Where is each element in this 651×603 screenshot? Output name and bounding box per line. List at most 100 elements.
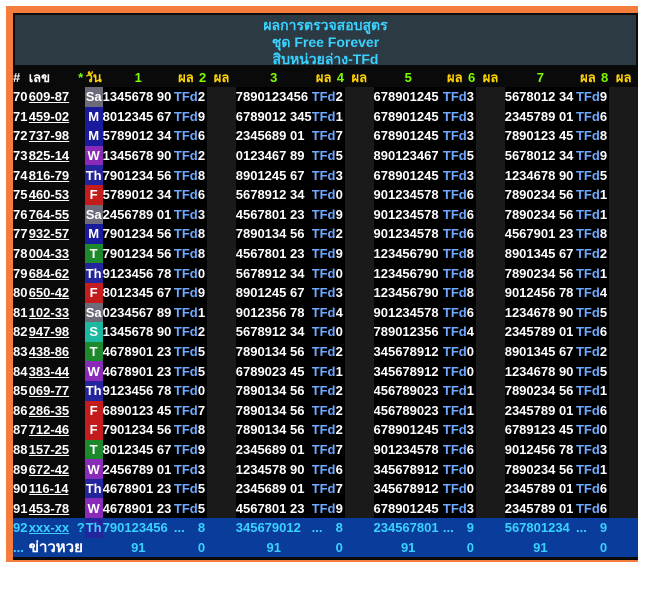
result-digit: 3 bbox=[599, 439, 610, 460]
result-digit: 1 bbox=[197, 302, 208, 323]
header-res-8: ผล bbox=[615, 70, 632, 85]
digit-set: 2345789 01 bbox=[504, 106, 576, 127]
lottery-number-link[interactable]: 116-14 bbox=[29, 479, 77, 499]
star-cell bbox=[77, 420, 85, 440]
lottery-number-link[interactable]: 453-78 bbox=[29, 498, 77, 518]
spacer-cell bbox=[609, 537, 638, 558]
result-digit: 9 bbox=[197, 439, 208, 460]
result-digit: 2 bbox=[335, 380, 346, 401]
lottery-number-link[interactable]: 459-02 bbox=[29, 107, 77, 127]
result-digit: 6 bbox=[599, 322, 610, 342]
star-cell bbox=[77, 342, 85, 362]
lottery-number-link[interactable]: 672-42 bbox=[29, 459, 77, 479]
lottery-number-link[interactable]: 684-62 bbox=[29, 263, 77, 283]
predicted-digit: 9 bbox=[599, 518, 610, 538]
lottery-number-link[interactable]: 004-33 bbox=[29, 244, 77, 264]
digit-set: 5789012 34 bbox=[102, 184, 174, 205]
digit-set: 2345789 01 bbox=[504, 498, 576, 519]
digit-set: 901234578 bbox=[373, 439, 443, 460]
lottery-number-link[interactable]: 102-33 bbox=[29, 303, 77, 323]
result-code: TFd bbox=[575, 459, 600, 479]
result-digit: 4 bbox=[466, 322, 477, 342]
table-row: 70 609-87 Sa 1345678 90 TFd 2 7890123456 TFd 2 67… bbox=[13, 87, 638, 107]
result-digit: 5 bbox=[599, 302, 610, 323]
header-res-6: ผล bbox=[482, 70, 499, 85]
lottery-number-link[interactable]: 383-44 bbox=[29, 361, 77, 381]
result-digit: 0 bbox=[335, 322, 346, 342]
result-code: TFd bbox=[442, 165, 467, 185]
result-code: TFd bbox=[575, 165, 600, 185]
lottery-number-link[interactable]: 438-86 bbox=[29, 342, 77, 362]
spacer-cell bbox=[345, 243, 374, 264]
result-code: TFd bbox=[575, 361, 600, 381]
spacer-cell bbox=[207, 439, 236, 460]
lottery-number-link[interactable]: 825-14 bbox=[29, 146, 77, 166]
lottery-number-link[interactable]: 816-79 bbox=[29, 165, 77, 185]
lottery-number-link[interactable]: 157-25 bbox=[29, 440, 77, 460]
result-code: TFd bbox=[575, 420, 600, 440]
lottery-number-link[interactable]: 609-87 bbox=[29, 87, 77, 107]
result-code: TFd bbox=[311, 439, 336, 460]
result-digit: 6 bbox=[466, 302, 477, 323]
row-number: 85 bbox=[13, 383, 28, 399]
spacer-cell bbox=[345, 165, 374, 185]
digit-set: 789012356 bbox=[373, 322, 443, 342]
spacer-cell bbox=[476, 204, 505, 225]
result-code: TFd bbox=[311, 302, 336, 323]
digit-set: 123456790 bbox=[373, 263, 443, 283]
lottery-number-link[interactable]: 460-53 bbox=[29, 185, 77, 205]
lottery-number-link[interactable]: 947-98 bbox=[29, 322, 77, 342]
result-digit: 7 bbox=[197, 400, 208, 421]
result-digit: 2 bbox=[335, 87, 346, 107]
result-digit: 5 bbox=[197, 361, 208, 381]
digit-set: 8012345 67 bbox=[102, 106, 174, 127]
digit-set: 7901234 56 bbox=[102, 224, 174, 244]
result-digit: 0 bbox=[466, 361, 477, 381]
result-code: TFd bbox=[442, 263, 467, 283]
spacer-cell bbox=[476, 224, 505, 244]
lottery-number-link[interactable]: 650-42 bbox=[29, 283, 77, 303]
result-code: TFd bbox=[442, 420, 467, 440]
day-badge: W bbox=[84, 459, 103, 479]
result-digit: 6 bbox=[466, 184, 477, 205]
lottery-number-link[interactable]: 069-77 bbox=[29, 381, 77, 401]
spacer-cell bbox=[345, 361, 374, 381]
result-digit: 8 bbox=[197, 243, 208, 264]
digit-set: 1234678 90 bbox=[504, 361, 576, 381]
predicted-set: 790123456 bbox=[102, 518, 174, 538]
day-badge: F bbox=[84, 282, 103, 303]
spacer-cell bbox=[345, 204, 374, 225]
spacer-cell bbox=[207, 87, 236, 107]
digit-set: 7890234 56 bbox=[504, 204, 576, 225]
result-digit: 5 bbox=[197, 498, 208, 519]
result-code: TFd bbox=[311, 380, 336, 401]
spacer-cell bbox=[476, 537, 505, 558]
lottery-number-link[interactable]: 764-55 bbox=[29, 205, 77, 225]
lottery-number-link[interactable]: 737-98 bbox=[29, 126, 77, 146]
digit-set: 9012456 78 bbox=[504, 439, 576, 460]
digit-set: 7890123456 bbox=[235, 87, 312, 107]
spacer-cell bbox=[345, 126, 374, 146]
result-digit: 0 bbox=[197, 380, 208, 401]
row-number: 87 bbox=[13, 422, 28, 438]
result-digit: 1 bbox=[599, 380, 610, 401]
row-number: 82 bbox=[13, 324, 28, 340]
spacer-cell bbox=[345, 322, 374, 342]
digit-set: 2345689 01 bbox=[235, 439, 312, 460]
digit-set: 5789012 34 bbox=[102, 126, 174, 146]
result-digit: 9 bbox=[599, 87, 610, 107]
spacer-cell bbox=[207, 478, 236, 499]
lottery-number-link[interactable]: 286-35 bbox=[29, 401, 77, 421]
lottery-number-link[interactable]: 712-46 bbox=[29, 420, 77, 440]
table-row: 88 157-25 T 8012345 67 TFd 9 2345689 01 TFd 7 901… bbox=[13, 439, 638, 460]
lottery-number-link[interactable]: 932-57 bbox=[29, 224, 77, 244]
result-code: TFd bbox=[311, 165, 336, 185]
result-code: TFd bbox=[575, 184, 600, 205]
spacer-cell bbox=[476, 184, 505, 205]
spacer-cell bbox=[609, 282, 638, 303]
day-badge: Th bbox=[84, 518, 103, 538]
digit-set: 0123467 89 bbox=[235, 145, 312, 166]
spacer-cell bbox=[609, 87, 638, 107]
result-digit: 6 bbox=[599, 106, 610, 127]
result-code: TFd bbox=[442, 380, 467, 401]
